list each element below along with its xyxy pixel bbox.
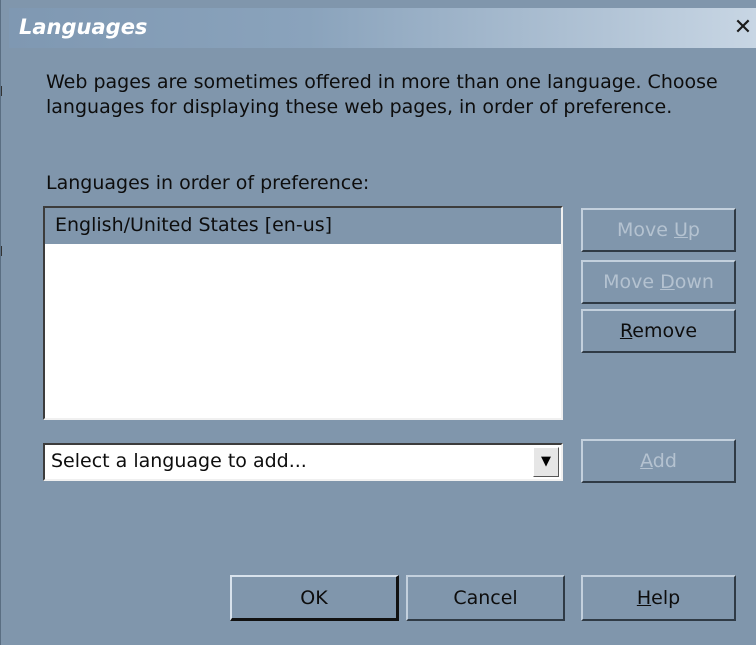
move-down-button[interactable]: Move Down — [581, 260, 736, 304]
cancel-button[interactable]: Cancel — [406, 575, 565, 621]
add-button[interactable]: Add — [581, 439, 736, 483]
language-select-value: Select a language to add... — [51, 450, 307, 472]
move-down-label-suffix: own — [674, 271, 714, 293]
title-bar[interactable]: Languages ✕ — [9, 8, 756, 48]
frame-edge-mark — [1, 86, 6, 96]
move-up-button[interactable]: Move Up — [581, 208, 736, 252]
language-list-item[interactable]: English/United States [en-us] — [45, 208, 561, 244]
dialog-title: Languages — [19, 15, 148, 39]
languages-listbox[interactable]: English/United States [en-us] — [43, 206, 563, 420]
move-up-label-prefix: Move — [617, 219, 674, 241]
description-text: Web pages are sometimes offered in more … — [46, 71, 718, 118]
help-button[interactable]: Help — [581, 575, 736, 621]
language-select-dropdown[interactable]: Select a language to add... ▼ — [43, 443, 563, 481]
dropdown-arrow-icon[interactable]: ▼ — [533, 447, 559, 477]
remove-button[interactable]: Remove — [581, 309, 736, 353]
ok-button[interactable]: OK — [230, 575, 399, 621]
remove-mnemonic: R — [619, 320, 633, 342]
help-mnemonic: H — [636, 587, 652, 609]
languages-dialog: Languages ✕ Web pages are sometimes offe… — [0, 0, 756, 645]
remove-label-suffix: emove — [632, 320, 698, 342]
move-down-label-prefix: Move — [603, 271, 661, 293]
help-label-suffix: elp — [651, 587, 681, 609]
move-up-label-suffix: p — [687, 219, 700, 241]
move-down-mnemonic: D — [660, 271, 675, 293]
languages-list-label: Languages in order of preference: — [46, 172, 370, 194]
close-icon[interactable]: ✕ — [731, 14, 755, 42]
move-up-mnemonic: U — [674, 219, 688, 241]
add-mnemonic: A — [640, 450, 653, 472]
add-label-suffix: dd — [652, 450, 677, 472]
frame-edge-mark — [1, 246, 6, 256]
